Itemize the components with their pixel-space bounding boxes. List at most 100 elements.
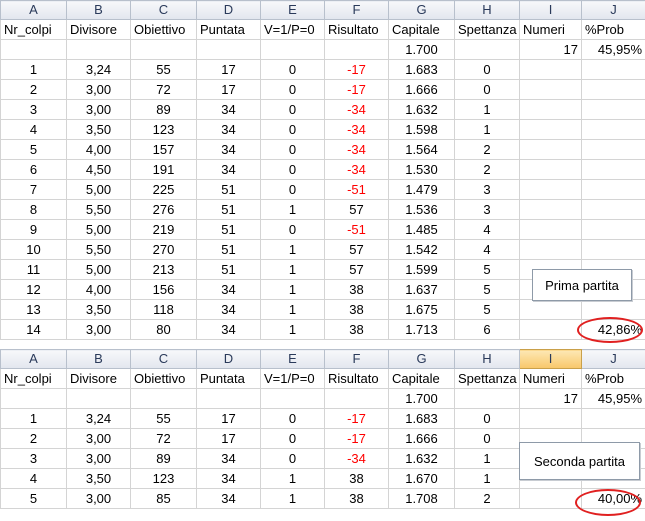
data-cell[interactable]: 14 xyxy=(0,319,67,340)
field-header-cell[interactable]: V=1/P=0 xyxy=(260,368,325,389)
empty-cell[interactable] xyxy=(519,79,582,100)
seconda-partita-textbox[interactable]: Seconda partita xyxy=(519,442,640,480)
data-cell[interactable]: 3 xyxy=(454,179,520,200)
column-header-g[interactable]: G xyxy=(388,0,455,20)
field-header-cell[interactable]: Risultato xyxy=(324,19,389,40)
data-cell[interactable]: 34 xyxy=(196,159,261,180)
data-cell[interactable]: 1 xyxy=(454,448,520,469)
data-cell[interactable]: 123 xyxy=(130,119,197,140)
column-header-g[interactable]: G xyxy=(388,349,455,369)
empty-cell[interactable] xyxy=(260,39,325,60)
data-cell[interactable]: 57 xyxy=(324,259,389,280)
field-header-cell[interactable]: Risultato xyxy=(324,368,389,389)
data-cell[interactable]: 5 xyxy=(0,488,67,509)
data-cell[interactable]: 1.666 xyxy=(388,79,455,100)
column-header-b[interactable]: B xyxy=(66,0,131,20)
empty-cell[interactable] xyxy=(454,39,520,60)
data-cell[interactable]: 123 xyxy=(130,468,197,489)
field-header-cell[interactable]: Spettanza xyxy=(454,19,520,40)
data-cell[interactable]: -34 xyxy=(324,159,389,180)
data-cell[interactable]: 1.666 xyxy=(388,428,455,449)
data-cell[interactable]: 0 xyxy=(260,219,325,240)
empty-cell[interactable] xyxy=(581,408,645,429)
data-cell[interactable]: 1.708 xyxy=(388,488,455,509)
data-cell[interactable]: -51 xyxy=(324,219,389,240)
data-cell[interactable]: 0 xyxy=(260,79,325,100)
column-header-i[interactable]: I xyxy=(519,0,582,20)
data-cell[interactable]: 3,24 xyxy=(66,408,131,429)
empty-cell[interactable] xyxy=(519,99,582,120)
data-cell[interactable]: 1.683 xyxy=(388,59,455,80)
data-cell[interactable]: 1.683 xyxy=(388,408,455,429)
data-cell[interactable]: 8 xyxy=(0,199,67,220)
empty-cell[interactable] xyxy=(519,179,582,200)
data-cell[interactable]: 38 xyxy=(324,319,389,340)
data-cell[interactable]: 1.479 xyxy=(388,179,455,200)
empty-cell[interactable] xyxy=(519,199,582,220)
data-cell[interactable]: -34 xyxy=(324,99,389,120)
data-cell[interactable]: 213 xyxy=(130,259,197,280)
data-cell[interactable]: 1.530 xyxy=(388,159,455,180)
empty-cell[interactable] xyxy=(519,299,582,320)
field-header-cell[interactable]: Puntata xyxy=(196,368,261,389)
data-cell[interactable]: 4 xyxy=(0,119,67,140)
data-cell[interactable]: 38 xyxy=(324,299,389,320)
data-cell[interactable]: 3,00 xyxy=(66,319,131,340)
column-header-a[interactable]: A xyxy=(0,349,67,369)
data-cell[interactable]: 5,50 xyxy=(66,239,131,260)
data-cell[interactable]: 10 xyxy=(0,239,67,260)
column-header-f[interactable]: F xyxy=(324,349,389,369)
field-header-cell[interactable]: Nr_colpi xyxy=(0,19,67,40)
data-cell[interactable]: 1.632 xyxy=(388,448,455,469)
data-cell[interactable]: 270 xyxy=(130,239,197,260)
data-cell[interactable]: 34 xyxy=(196,99,261,120)
field-header-cell[interactable]: Capitale xyxy=(388,368,455,389)
column-header-d[interactable]: D xyxy=(196,0,261,20)
field-header-cell[interactable]: Obiettivo xyxy=(130,368,197,389)
empty-cell[interactable] xyxy=(581,79,645,100)
data-cell[interactable]: 57 xyxy=(324,239,389,260)
data-cell[interactable]: 225 xyxy=(130,179,197,200)
data-cell[interactable]: 0 xyxy=(260,119,325,140)
data-cell[interactable]: 55 xyxy=(130,59,197,80)
data-cell[interactable]: 2 xyxy=(454,139,520,160)
column-header-d[interactable]: D xyxy=(196,349,261,369)
data-cell[interactable]: -34 xyxy=(324,448,389,469)
data-cell[interactable]: 2 xyxy=(454,159,520,180)
empty-cell[interactable] xyxy=(66,39,131,60)
data-cell[interactable]: 1 xyxy=(260,239,325,260)
field-header-cell[interactable]: Capitale xyxy=(388,19,455,40)
data-cell[interactable]: 1.675 xyxy=(388,299,455,320)
data-cell[interactable]: 1.564 xyxy=(388,139,455,160)
data-cell[interactable]: 0 xyxy=(260,99,325,120)
data-cell[interactable]: 0 xyxy=(454,79,520,100)
data-cell[interactable]: 1 xyxy=(0,59,67,80)
data-cell[interactable]: 1.713 xyxy=(388,319,455,340)
column-header-j[interactable]: J xyxy=(581,349,645,369)
data-cell[interactable]: 0 xyxy=(260,408,325,429)
data-cell[interactable]: 51 xyxy=(196,259,261,280)
data-cell[interactable]: 5 xyxy=(0,139,67,160)
empty-cell[interactable] xyxy=(130,388,197,409)
data-cell[interactable]: 7 xyxy=(0,179,67,200)
column-header-e[interactable]: E xyxy=(260,349,325,369)
data-cell[interactable]: 1 xyxy=(260,488,325,509)
data-cell[interactable]: 72 xyxy=(130,428,197,449)
empty-cell[interactable] xyxy=(196,388,261,409)
data-cell[interactable]: -17 xyxy=(324,408,389,429)
data-cell[interactable]: 34 xyxy=(196,319,261,340)
empty-cell[interactable] xyxy=(519,139,582,160)
data-cell[interactable]: 0 xyxy=(260,428,325,449)
data-cell[interactable]: 5 xyxy=(454,299,520,320)
data-cell[interactable]: 0 xyxy=(454,428,520,449)
data-cell[interactable]: 51 xyxy=(196,199,261,220)
data-cell[interactable]: 3 xyxy=(0,99,67,120)
data-cell[interactable]: 3,00 xyxy=(66,99,131,120)
field-header-cell[interactable]: Nr_colpi xyxy=(0,368,67,389)
data-cell[interactable]: 191 xyxy=(130,159,197,180)
data-cell[interactable]: 3,50 xyxy=(66,299,131,320)
data-cell[interactable]: 1 xyxy=(260,299,325,320)
data-cell[interactable]: 3,24 xyxy=(66,59,131,80)
data-cell[interactable]: 38 xyxy=(324,468,389,489)
data-cell[interactable]: 5 xyxy=(454,279,520,300)
